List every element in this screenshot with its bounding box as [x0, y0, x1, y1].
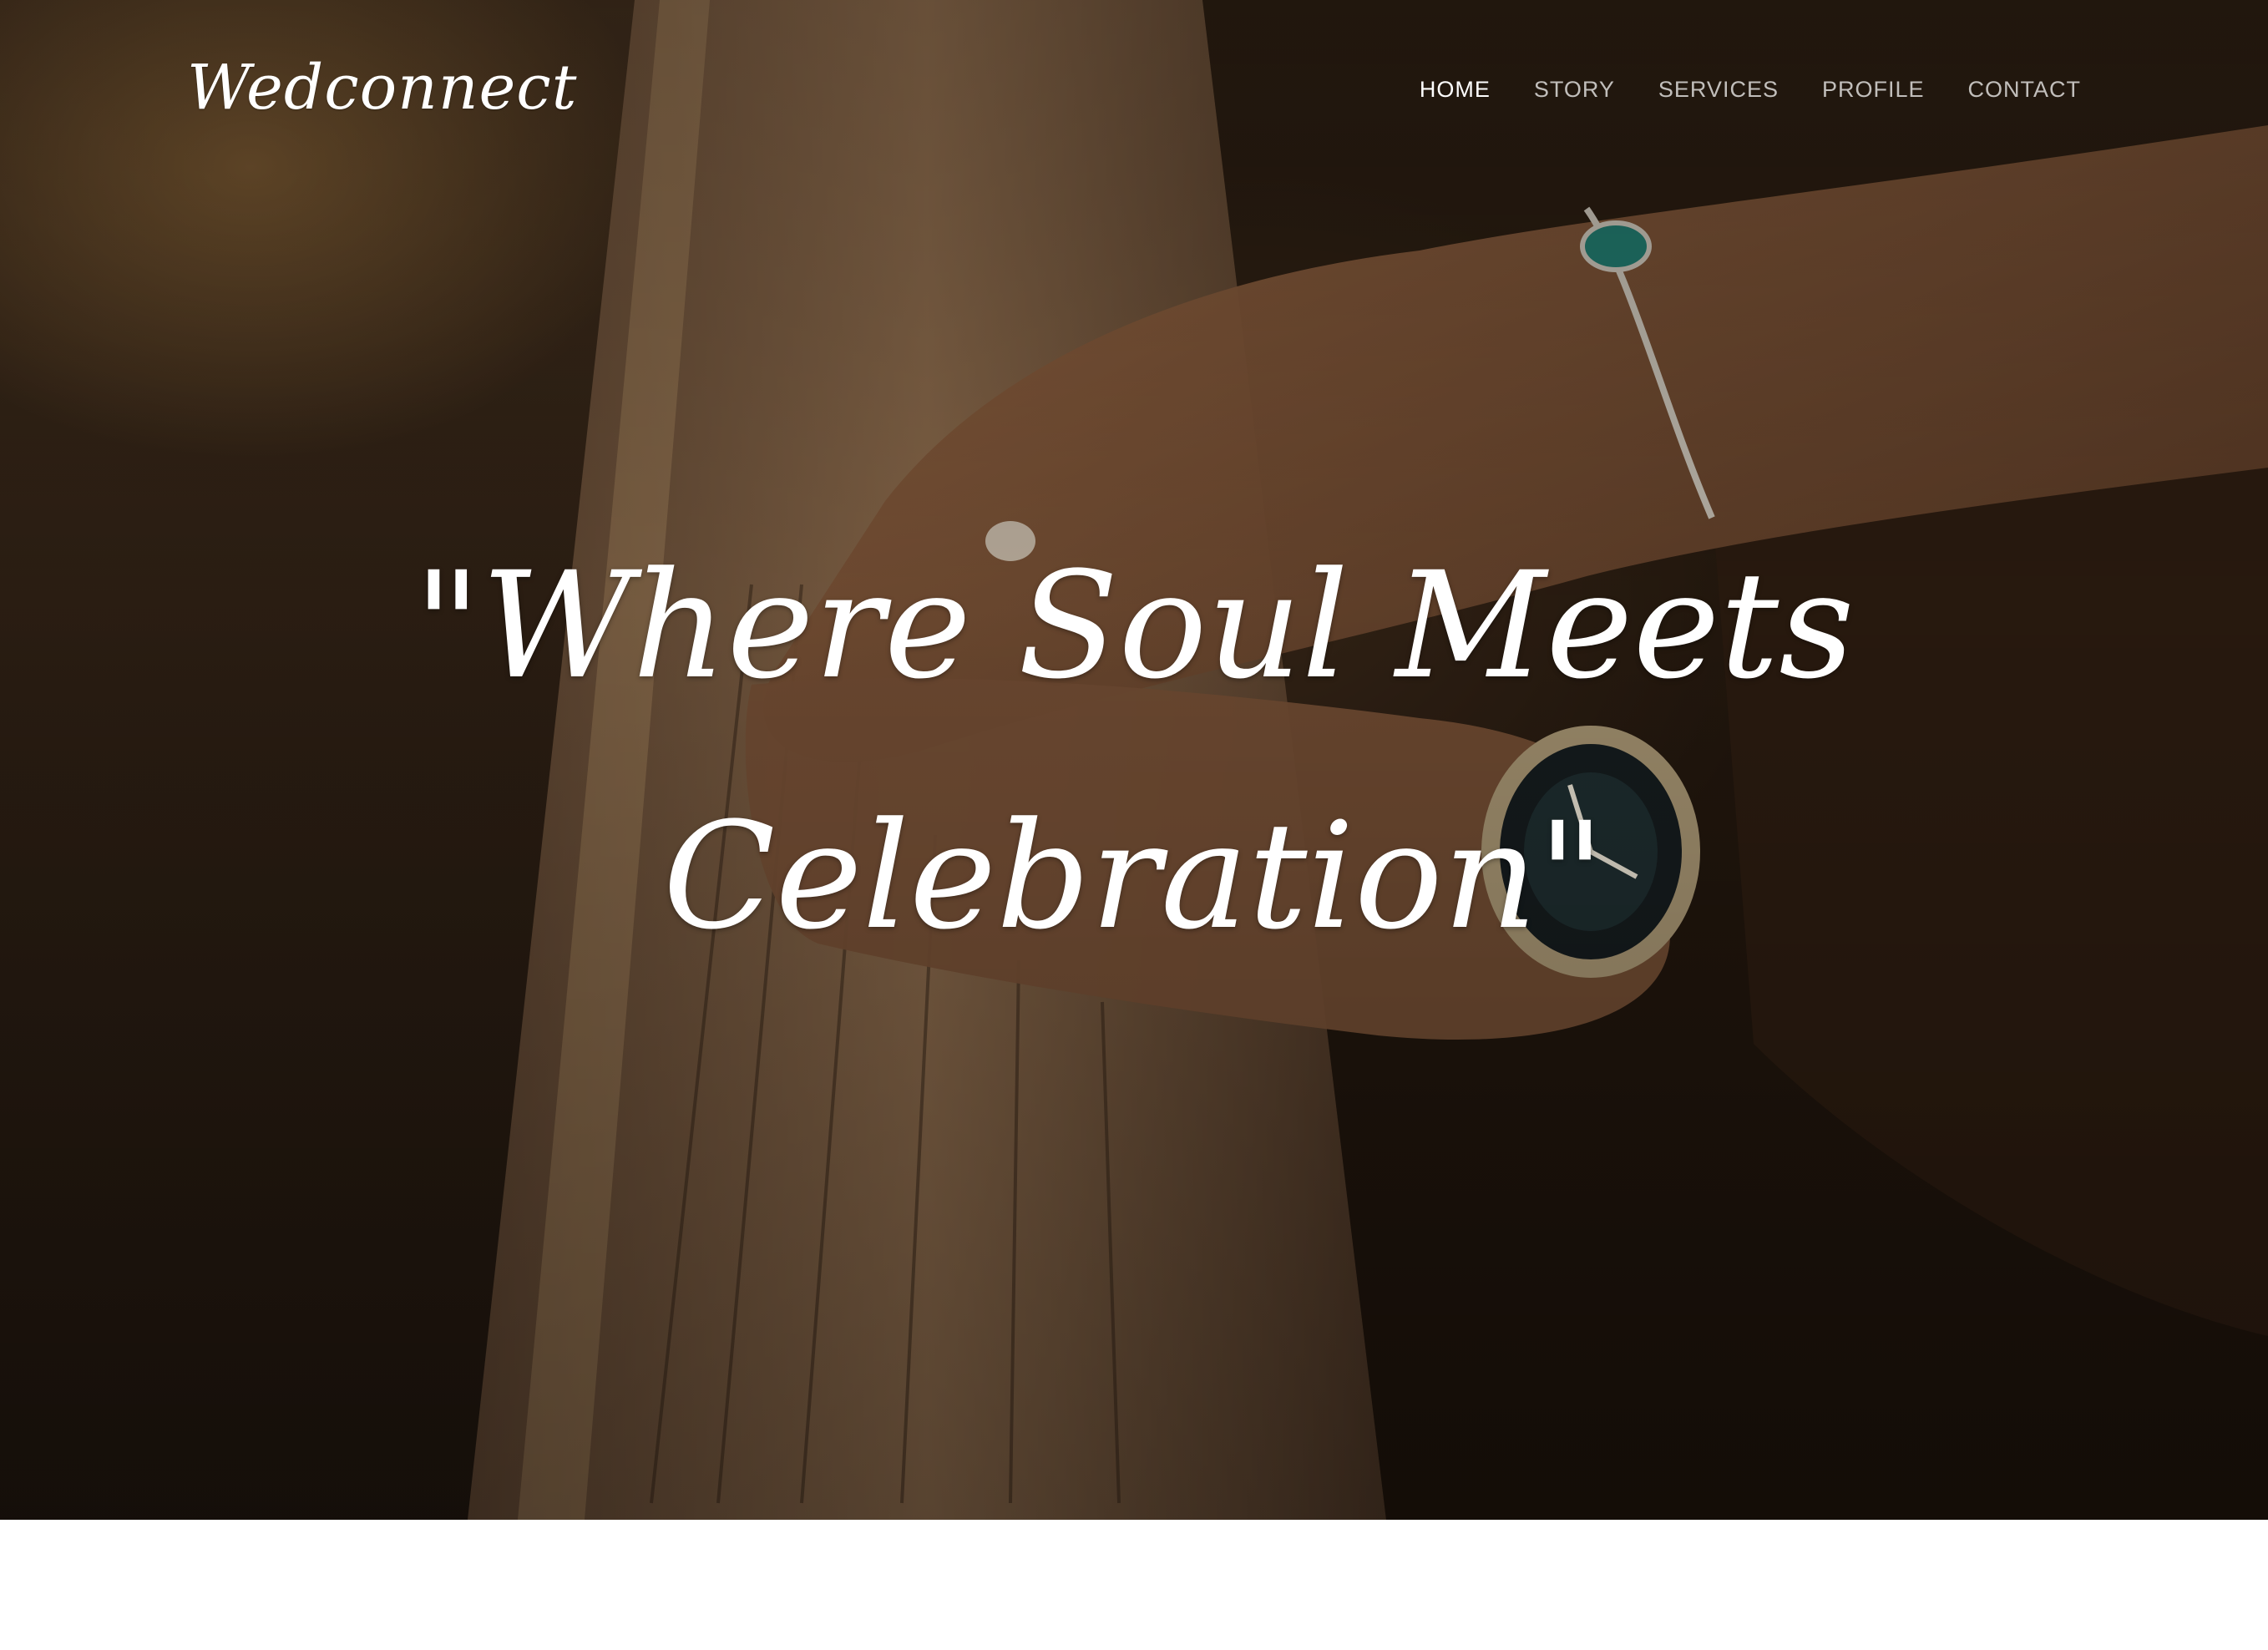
nav-item-story[interactable]: STORY [1534, 77, 1615, 103]
main-navigation: HOME STORY SERVICES PROFILE CONTACT [1420, 77, 2081, 103]
hero-headline: "Where Soul Meets Celebration" [0, 501, 2268, 1002]
nav-item-profile[interactable]: PROFILE [1822, 77, 1925, 103]
nav-item-services[interactable]: SERVICES [1658, 77, 1779, 103]
hero-headline-line-2: Celebration" [662, 791, 1606, 962]
brand-logo[interactable]: Wedconnect [187, 52, 577, 124]
nav-item-contact[interactable]: CONTACT [1968, 77, 2082, 103]
hero-headline-line-1: "Where Soul Meets [413, 540, 1855, 711]
hero-section: Wedconnect HOME STORY SERVICES PROFILE C… [0, 0, 2268, 1520]
nav-item-home[interactable]: HOME [1420, 77, 1491, 103]
